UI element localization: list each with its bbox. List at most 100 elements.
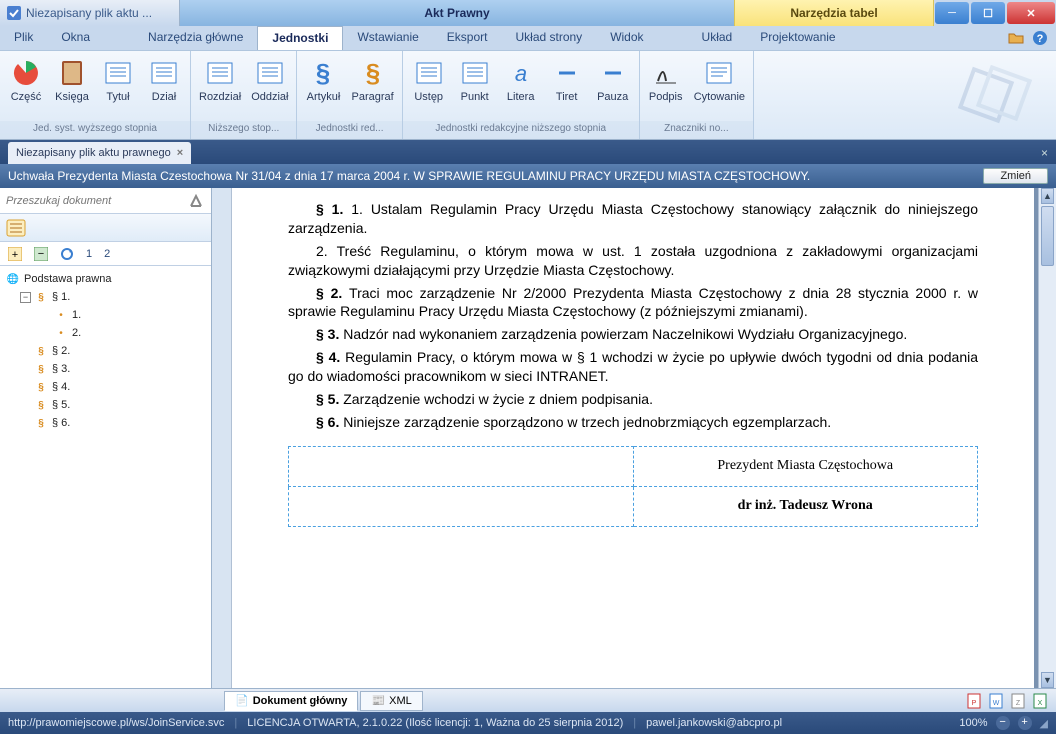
menu-narzędzia-główne[interactable]: Narzędzia główne bbox=[134, 26, 257, 50]
para-4-num: § 4. bbox=[316, 349, 345, 365]
tab-xml[interactable]: 📰 XML bbox=[360, 691, 422, 711]
globe-icon: 🌐 bbox=[6, 272, 20, 286]
folder-icon[interactable] bbox=[1008, 30, 1024, 46]
tree-item[interactable]: −§§ 1. bbox=[2, 288, 209, 306]
signature-table: Prezydent Miasta Częstochowa dr inż. Tad… bbox=[288, 446, 978, 527]
paragraph-icon: § bbox=[34, 344, 48, 358]
svg-text:a: a bbox=[515, 61, 527, 86]
menu-układ-strony[interactable]: Układ strony bbox=[501, 26, 596, 50]
zoom-out-button[interactable]: − bbox=[996, 716, 1010, 730]
menu-projektowanie[interactable]: Projektowanie bbox=[746, 26, 849, 50]
tree-root[interactable]: 🌐 Podstawa prawna bbox=[2, 270, 209, 288]
clear-search-icon[interactable] bbox=[189, 194, 205, 208]
svg-text:+: + bbox=[12, 249, 18, 261]
search-row bbox=[0, 188, 211, 214]
para-1-2: 2. Treść Regulaminu, o którym mowa w ust… bbox=[288, 243, 978, 278]
expand-all-icon[interactable]: + bbox=[8, 247, 22, 261]
scroll-thumb[interactable] bbox=[1041, 206, 1054, 266]
ribbon-oddział[interactable]: Oddział bbox=[247, 55, 292, 121]
ribbon-tiret[interactable]: Tiret bbox=[545, 55, 589, 121]
export-zip-icon[interactable]: Z bbox=[1010, 693, 1026, 709]
title-center: Akt Prawny bbox=[180, 0, 734, 26]
ribbon-pauza[interactable]: Pauza bbox=[591, 55, 635, 121]
svg-text:Z: Z bbox=[1016, 700, 1021, 707]
ribbon-dział[interactable]: Dział bbox=[142, 55, 186, 121]
menu-układ[interactable]: Układ bbox=[688, 26, 747, 50]
maximize-button[interactable]: ☐ bbox=[971, 2, 1005, 24]
ruler-gutter bbox=[212, 188, 232, 688]
scroll-up-icon[interactable]: ▲ bbox=[1041, 188, 1054, 204]
export-doc-icon[interactable]: W bbox=[988, 693, 1004, 709]
ribbon-podpis[interactable]: Podpis bbox=[644, 55, 688, 121]
resize-grip-icon[interactable]: ◢ bbox=[1040, 717, 1048, 730]
document-header-text: Uchwała Prezydenta Miasta Czestochowa Nr… bbox=[8, 169, 810, 183]
window-controls: ─ ☐ ✕ bbox=[934, 0, 1056, 26]
expander-icon[interactable]: − bbox=[20, 292, 31, 303]
level-1[interactable]: 1 bbox=[86, 248, 92, 260]
svg-text:−: − bbox=[38, 248, 44, 260]
artykul-icon: § bbox=[307, 57, 339, 89]
close-all-tabs-icon[interactable]: × bbox=[1033, 142, 1056, 164]
cytowanie-icon bbox=[703, 57, 735, 89]
ribbon-litera[interactable]: aLitera bbox=[499, 55, 543, 121]
status-url: http://prawomiejscowe.pl/ws/JoinService.… bbox=[8, 717, 224, 729]
tree-item[interactable]: §§ 5. bbox=[2, 396, 209, 414]
export-pdf-icon[interactable]: P bbox=[966, 693, 982, 709]
refresh-icon[interactable] bbox=[60, 247, 74, 261]
menu-jednostki[interactable]: Jednostki bbox=[257, 26, 343, 50]
ribbon-rozdział[interactable]: Rozdział bbox=[195, 55, 245, 121]
svg-text:P: P bbox=[972, 700, 977, 707]
status-zoom: 100% bbox=[959, 717, 987, 729]
outline-view-icon[interactable] bbox=[6, 219, 26, 237]
ribbon-część[interactable]: Część bbox=[4, 55, 48, 121]
ribbon-group-label: Znaczniki no... bbox=[640, 121, 753, 139]
menu-plik[interactable]: Plik bbox=[0, 26, 47, 50]
minimize-button[interactable]: ─ bbox=[935, 2, 969, 24]
signature-name: dr inż. Tadeusz Wrona bbox=[633, 486, 978, 526]
ribbon-cytowanie[interactable]: Cytowanie bbox=[690, 55, 749, 121]
ribbon-tytuł[interactable]: Tytuł bbox=[96, 55, 140, 121]
menu-wstawianie[interactable]: Wstawianie bbox=[343, 26, 432, 50]
scroll-down-icon[interactable]: ▼ bbox=[1041, 672, 1054, 688]
tab-main-document[interactable]: 📄 Dokument główny bbox=[224, 691, 358, 711]
tree-item[interactable]: §§ 4. bbox=[2, 378, 209, 396]
svg-text:?: ? bbox=[1037, 33, 1044, 45]
tree-item[interactable]: •2. bbox=[2, 324, 209, 342]
para-6: Niniejsze zarządzenie sporządzono w trze… bbox=[343, 414, 831, 430]
menu-widok[interactable]: Widok bbox=[596, 26, 657, 50]
tree-item[interactable]: §§ 3. bbox=[2, 360, 209, 378]
tree-item[interactable]: •1. bbox=[2, 306, 209, 324]
ribbon-księga[interactable]: Księga bbox=[50, 55, 94, 121]
help-icon[interactable]: ? bbox=[1032, 30, 1048, 46]
tree-item[interactable]: §§ 2. bbox=[2, 342, 209, 360]
para-2-num: § 2. bbox=[316, 285, 349, 301]
document-page[interactable]: § 1. 1. Ustalam Regulamin Pracy Urzędu M… bbox=[232, 188, 1034, 688]
close-button[interactable]: ✕ bbox=[1007, 2, 1055, 24]
para-1-num: § 1. bbox=[316, 201, 351, 217]
signature-title: Prezydent Miasta Częstochowa bbox=[633, 446, 978, 486]
ribbon-paragraf[interactable]: §Paragraf bbox=[347, 55, 397, 121]
tree-item[interactable]: §§ 6. bbox=[2, 414, 209, 432]
close-tab-icon[interactable]: × bbox=[177, 147, 183, 159]
export-xml-icon[interactable]: X bbox=[1032, 693, 1048, 709]
sidebar-toolbar-2: + − 1 2 bbox=[0, 242, 211, 266]
collapse-all-icon[interactable]: − bbox=[34, 247, 48, 261]
menu-eksport[interactable]: Eksport bbox=[433, 26, 502, 50]
sidebar: + − 1 2 🌐 Podstawa prawna −§§ 1.•1.•2.§§… bbox=[0, 188, 212, 688]
paragraph-icon: § bbox=[34, 398, 48, 412]
zoom-in-button[interactable]: + bbox=[1018, 716, 1032, 730]
search-input[interactable] bbox=[6, 195, 189, 207]
paragraf-icon: § bbox=[357, 57, 389, 89]
ribbon-artykuł[interactable]: §Artykuł bbox=[301, 55, 345, 121]
level-2[interactable]: 2 bbox=[104, 248, 110, 260]
change-button[interactable]: Zmień bbox=[983, 168, 1048, 184]
document-header-bar: Uchwała Prezydenta Miasta Czestochowa Nr… bbox=[0, 164, 1056, 188]
document-tab[interactable]: Niezapisany plik aktu prawnego × bbox=[8, 142, 191, 164]
menu-okna[interactable]: Okna bbox=[47, 26, 104, 50]
podpis-icon bbox=[650, 57, 682, 89]
outline-tree: 🌐 Podstawa prawna −§§ 1.•1.•2.§§ 2.§§ 3.… bbox=[0, 266, 211, 688]
vertical-scrollbar[interactable]: ▲ ▼ bbox=[1038, 188, 1056, 688]
ribbon-punkt[interactable]: Punkt bbox=[453, 55, 497, 121]
ribbon-ustęp[interactable]: Ustęp bbox=[407, 55, 451, 121]
status-bar: http://prawomiejscowe.pl/ws/JoinService.… bbox=[0, 712, 1056, 734]
